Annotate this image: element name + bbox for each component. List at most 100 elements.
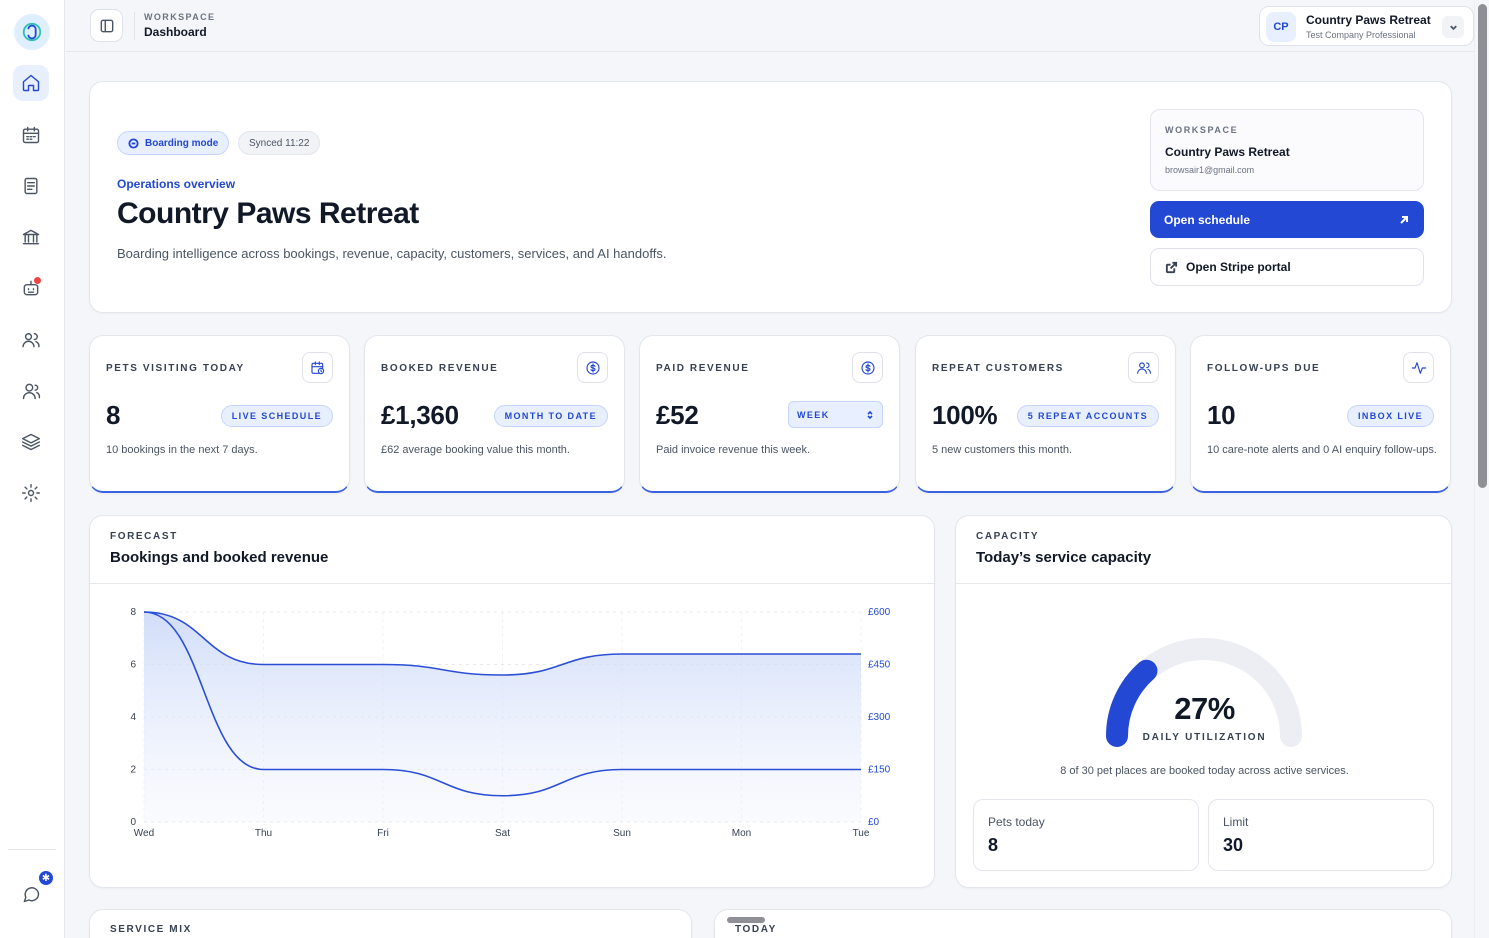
- y-left-tick-label: 8: [130, 607, 136, 618]
- today-panel: TODAY: [714, 909, 1452, 938]
- document-icon: [24, 177, 38, 195]
- limit-box: Limit 30: [1208, 799, 1434, 871]
- stat-card-paid-revenue: PAID REVENUE £52 WEEK Paid invoice reven…: [639, 335, 900, 493]
- y-right-tick-label: £150: [868, 765, 891, 776]
- horizontal-scroll-thumb[interactable]: [727, 917, 765, 923]
- dollar-circle-icon: [852, 352, 883, 383]
- service-mix-panel: SERVICE MIX: [89, 909, 692, 938]
- y-right-tick-label: £450: [868, 660, 891, 671]
- calendar-clock-icon: [302, 352, 333, 383]
- open-stripe-portal-button[interactable]: Open Stripe portal: [1150, 248, 1424, 286]
- page-scrollbar[interactable]: [1474, 0, 1489, 938]
- account-name: Country Paws Retreat: [1306, 13, 1431, 27]
- nav-customers[interactable]: [13, 322, 49, 358]
- nav-settings[interactable]: [13, 475, 49, 511]
- y-right-tick-label: £600: [868, 607, 891, 618]
- sync-status-pill: Synced 11:22: [238, 131, 321, 155]
- hero-eyebrow: Operations overview: [117, 177, 236, 191]
- stat-card-pets-visiting: PETS VISITING TODAY 8 LIVE SCHEDULE 10 b…: [89, 335, 350, 493]
- stat-card-booked-revenue: BOOKED REVENUE £1,360 MONTH TO DATE £62 …: [364, 335, 625, 493]
- forecast-panel: FORECAST Bookings and booked revenue 0 2 4…: [89, 515, 935, 888]
- topbar: WORKSPACE Dashboard CP Country Paws Retr…: [66, 0, 1474, 52]
- x-tick-label: Sat: [495, 828, 510, 839]
- logo-icon: [22, 22, 42, 42]
- forecast-chart: 0 2 4 6 8 £0 £150 £300 £450 £600 Wed Thu Fri Sat Sun Mo…: [130, 607, 891, 839]
- stat-label: PAID REVENUE: [656, 363, 750, 374]
- capacity-panel: CAPACITY Today’s service capacity 27% DA…: [955, 515, 1452, 888]
- calendar-icon: [22, 126, 40, 144]
- x-tick-label: Fri: [377, 828, 389, 839]
- stat-tag: MONTH TO DATE: [493, 405, 608, 427]
- activity-icon: [1403, 352, 1434, 383]
- account-dropdown-button[interactable]: [1442, 16, 1464, 38]
- scrollbar-thumb[interactable]: [1478, 4, 1487, 488]
- capacity-description: 8 of 30 pet places are booked today acro…: [1060, 765, 1349, 777]
- pets-today-value: 8: [988, 835, 999, 855]
- period-select-value: WEEK: [797, 409, 830, 420]
- avatar: CP: [1266, 12, 1296, 42]
- x-tick-label: Sun: [613, 828, 631, 839]
- nav-services[interactable]: [13, 424, 49, 460]
- stat-value: 100%: [932, 400, 998, 430]
- boarding-mode-label: Boarding mode: [145, 137, 219, 149]
- forecast-eyebrow: FORECAST: [110, 531, 178, 542]
- account-plan: Test Company Professional: [1306, 30, 1416, 40]
- capacity-header: CAPACITY Today’s service capacity: [956, 516, 1451, 584]
- chat-sparkle-icon: ✱: [37, 869, 55, 887]
- workspace-name: Country Paws Retreat: [1165, 145, 1290, 159]
- select-arrows-icon: [867, 410, 873, 419]
- x-tick-label: Wed: [134, 828, 154, 839]
- nav-home[interactable]: [13, 65, 49, 101]
- forecast-title: Bookings and booked revenue: [110, 549, 329, 566]
- workspace-label: WORKSPACE: [1165, 125, 1239, 135]
- utilization-label: DAILY UTILIZATION: [1142, 732, 1267, 743]
- team-icon: [22, 383, 41, 400]
- utilization-value: 27%: [1174, 691, 1235, 726]
- hero-title: Country Paws Retreat: [117, 197, 419, 230]
- service-mix-eyebrow: SERVICE MIX: [110, 924, 192, 935]
- open-schedule-button[interactable]: Open schedule: [1150, 201, 1424, 238]
- y-left-tick-label: 2: [130, 765, 136, 776]
- today-eyebrow: TODAY: [735, 924, 777, 935]
- dollar-circle-icon: [577, 352, 608, 383]
- chat-icon: [23, 887, 40, 903]
- nav-staff[interactable]: [13, 373, 49, 409]
- forecast-header: FORECAST Bookings and booked revenue: [90, 516, 934, 584]
- stat-label: FOLLOW-UPS DUE: [1207, 363, 1321, 374]
- arrow-up-right-icon: [1400, 215, 1408, 224]
- notification-dot: [34, 277, 41, 284]
- y-left-tick-label: 0: [130, 817, 136, 828]
- limit-label: Limit: [1223, 815, 1249, 829]
- capacity-title: Today’s service capacity: [976, 549, 1152, 566]
- stat-card-follow-ups: FOLLOW-UPS DUE 10 INBOX LIVE 10 care-not…: [1190, 335, 1451, 493]
- stat-tag: LIVE SCHEDULE: [220, 405, 333, 427]
- stat-tag: INBOX LIVE: [1346, 405, 1434, 427]
- account-switcher[interactable]: CP Country Paws Retreat Test Company Pro…: [1259, 6, 1474, 46]
- sidebar-divider: [8, 849, 56, 850]
- y-right-tick-label: £0: [868, 817, 880, 828]
- stat-value: 10: [1207, 400, 1236, 430]
- stat-label: REPEAT CUSTOMERS: [932, 363, 1064, 374]
- x-tick-label: Thu: [255, 828, 272, 839]
- period-select[interactable]: WEEK: [788, 401, 883, 428]
- stat-card-repeat-customers: REPEAT CUSTOMERS 100% 5 REPEAT ACCOUNTS …: [915, 335, 1176, 493]
- nav-documents[interactable]: [13, 168, 49, 204]
- stat-description: 5 new customers this month.: [932, 444, 1073, 456]
- home-icon: [22, 74, 40, 92]
- nav-calendar[interactable]: [13, 117, 49, 153]
- workspace-info-box: WORKSPACE Country Paws Retreat browsair1…: [1150, 109, 1424, 191]
- nav-ai-bot[interactable]: [13, 270, 49, 306]
- layers-icon: [21, 433, 41, 451]
- x-tick-label: Mon: [732, 828, 751, 839]
- chevron-down-icon: [1449, 24, 1457, 30]
- stat-value: 8: [106, 400, 121, 430]
- stat-description: Paid invoice revenue this week.: [656, 444, 811, 456]
- limit-value: 30: [1223, 835, 1244, 855]
- bank-icon: [22, 229, 40, 245]
- app-logo[interactable]: [14, 14, 50, 50]
- users-icon: [1128, 352, 1159, 383]
- open-schedule-label: Open schedule: [1164, 212, 1251, 227]
- boarding-mode-pill[interactable]: Boarding mode: [117, 131, 230, 155]
- sidebar-toggle-button[interactable]: [90, 9, 123, 42]
- nav-bank[interactable]: [13, 219, 49, 255]
